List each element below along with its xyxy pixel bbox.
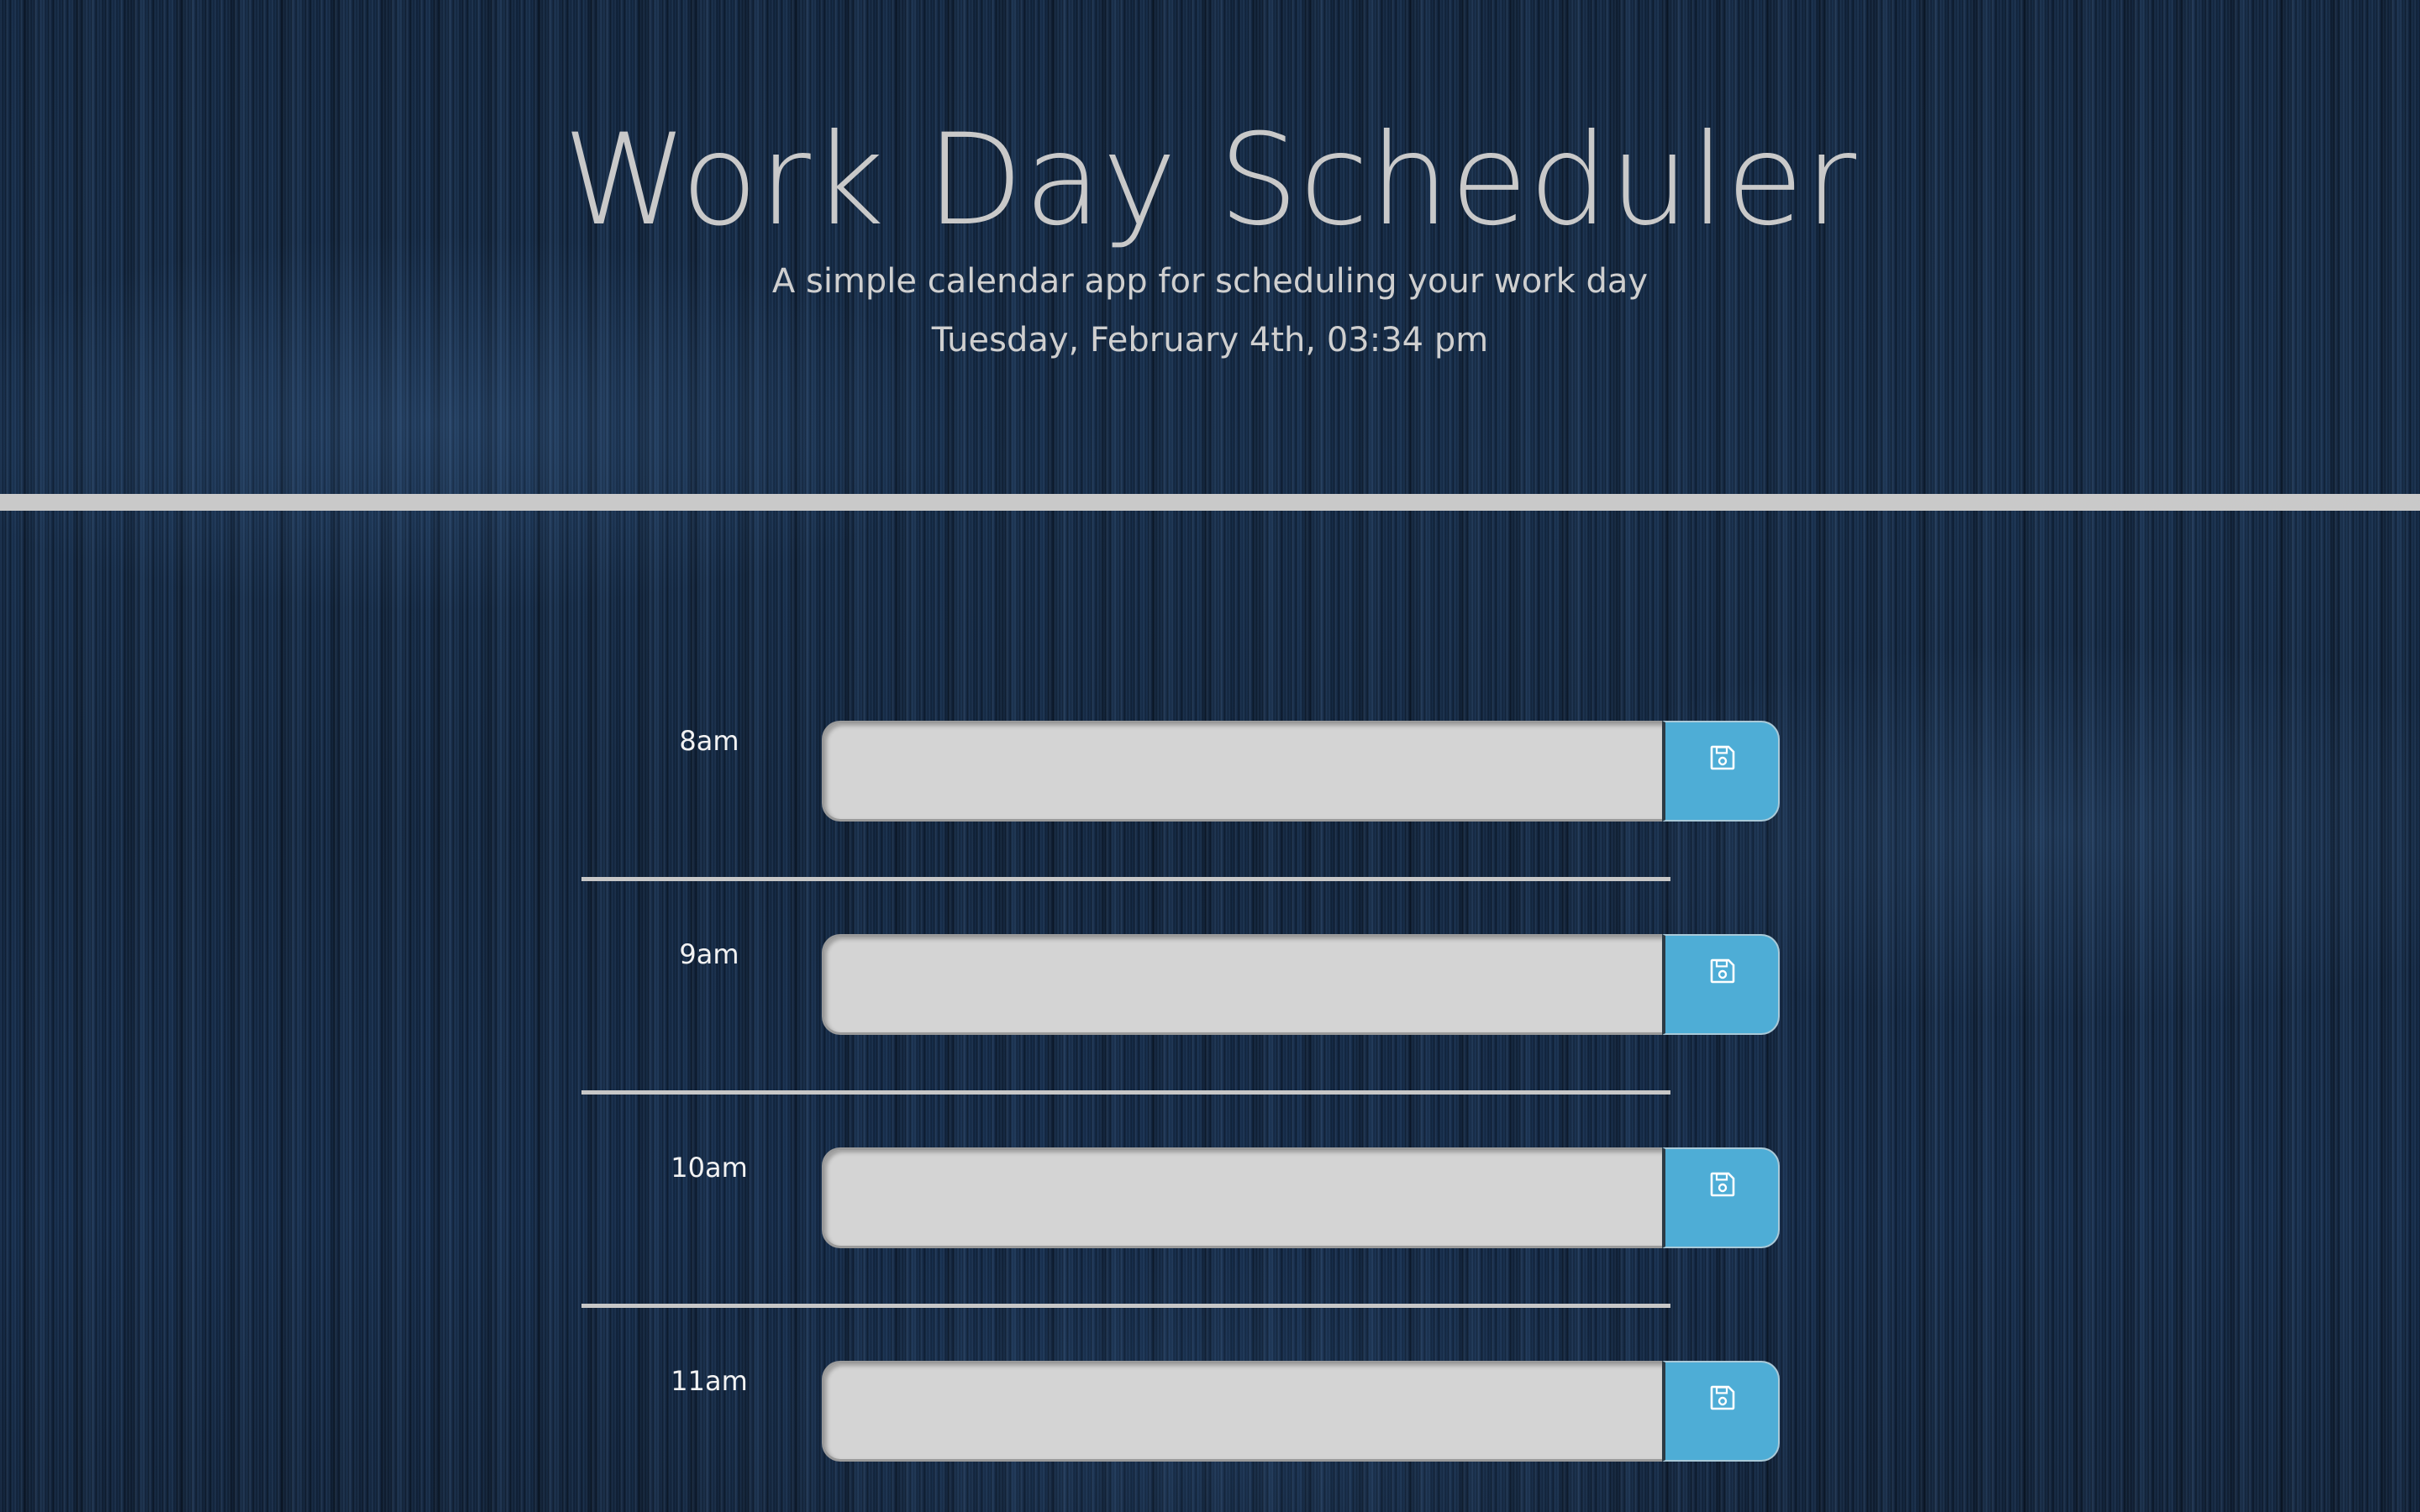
row-divider (581, 877, 1670, 881)
header: Work Day Scheduler A simple calendar app… (0, 0, 2420, 494)
save-button-9am[interactable] (1662, 934, 1780, 1035)
time-block-11am: 11am (0, 1361, 2420, 1499)
event-input-8am[interactable] (822, 721, 1662, 822)
time-block-8am: 8am (0, 721, 2420, 881)
row-divider (581, 1090, 1670, 1095)
save-button-11am[interactable] (1662, 1361, 1780, 1462)
floppy-disk-icon (1710, 1172, 1735, 1197)
header-divider (0, 494, 2420, 511)
event-input-11am[interactable] (822, 1361, 1662, 1462)
hour-label: 11am (671, 1365, 748, 1397)
floppy-disk-icon (1710, 745, 1735, 770)
hour-label: 8am (679, 725, 739, 757)
hour-label: 10am (671, 1152, 748, 1184)
page-subtitle: A simple calendar app for scheduling you… (771, 262, 1649, 301)
floppy-disk-icon (1710, 958, 1735, 984)
row-divider (581, 1304, 1670, 1308)
save-button-8am[interactable] (1662, 721, 1780, 822)
hour-label: 9am (679, 938, 739, 970)
current-day: Tuesday, February 4th, 03:34 pm (931, 321, 1489, 360)
event-input-10am[interactable] (822, 1147, 1662, 1248)
time-block-9am: 9am (0, 934, 2420, 1095)
schedule: 8am 9am 10am 11am (0, 511, 2420, 1512)
event-input-9am[interactable] (822, 934, 1662, 1035)
save-button-10am[interactable] (1662, 1147, 1780, 1248)
page-title: Work Day Scheduler (562, 108, 1858, 254)
time-block-10am: 10am (0, 1147, 2420, 1308)
floppy-disk-icon (1710, 1385, 1735, 1410)
